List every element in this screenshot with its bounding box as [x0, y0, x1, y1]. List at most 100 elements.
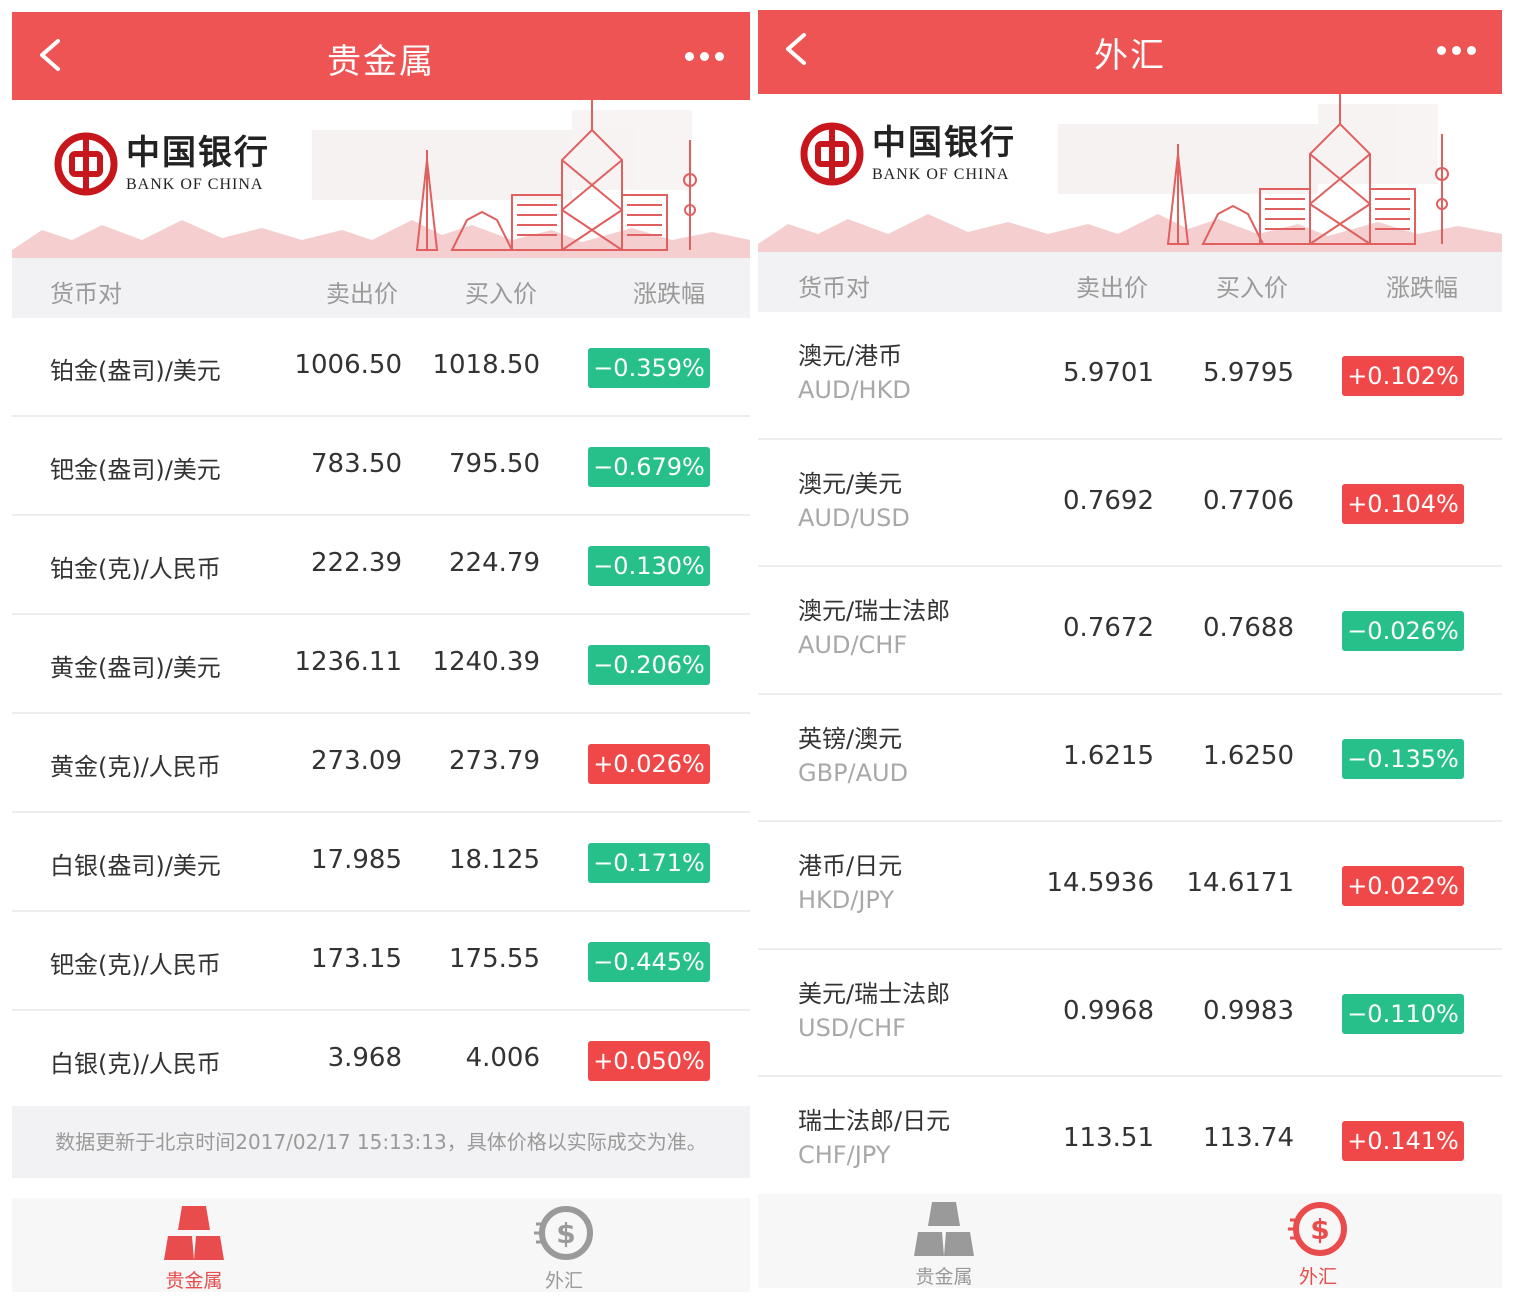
col-change: 涨跌幅: [633, 280, 705, 308]
boc-emblem-icon: [800, 122, 864, 186]
change-badge: −0.130%: [588, 546, 710, 586]
pair-name: 澳元/瑞士法郎: [798, 597, 951, 625]
table-row[interactable]: 澳元/港币 AUD/HKD 5.9701 5.9795 +0.102%: [758, 312, 1502, 440]
table-row[interactable]: 钯金(克)/人民币 173.15 175.55 −0.445%: [12, 912, 750, 1011]
col-pair: 货币对: [798, 274, 870, 302]
table-row[interactable]: 瑞士法郎/日元 CHF/JPY 113.51 113.74 +0.141%: [758, 1077, 1502, 1205]
sell-price: 273.09: [311, 746, 402, 776]
more-dots-icon[interactable]: [1437, 46, 1476, 55]
table-row[interactable]: 白银(盎司)/美元 17.985 18.125 −0.171%: [12, 813, 750, 912]
tab-metals-label: 贵金属: [165, 1270, 223, 1292]
table-row[interactable]: 英镑/澳元 GBP/AUD 1.6215 1.6250 −0.135%: [758, 694, 1502, 822]
table-row[interactable]: 铂金(克)/人民币 222.39 224.79 −0.130%: [12, 516, 750, 615]
buy-price: 0.7688: [1203, 613, 1294, 643]
pair-name: 黄金(克)/人民币: [50, 753, 221, 781]
sell-price: 1.6215: [1063, 740, 1154, 771]
change-badge: +0.104%: [1342, 483, 1464, 524]
col-buy: 买入价: [1216, 274, 1288, 302]
tab-forex[interactable]: $ 外汇: [504, 1204, 624, 1292]
table-row[interactable]: 黄金(盎司)/美元 1236.11 1240.39 −0.206%: [12, 615, 750, 714]
brand-name-cn: 中国银行: [872, 123, 1016, 163]
col-pair: 货币对: [50, 280, 122, 308]
sell-price: 0.9968: [1063, 995, 1154, 1026]
tab-bar: 贵金属 $ 外汇: [12, 1198, 750, 1292]
currency-exchange-icon: $: [534, 1206, 593, 1260]
pair-code: USD/CHF: [798, 1013, 906, 1042]
change-badge: +0.026%: [588, 744, 710, 784]
update-note: 数据更新于北京时间2017/02/17 15:13:13，具体价格以实际成交为准…: [12, 1106, 750, 1178]
bank-of-china-logo: 中国银行 BANK OF CHINA: [800, 122, 1016, 186]
pair-name: 铂金(盎司)/美元: [50, 357, 221, 385]
pair-name: 澳元/港币: [798, 342, 903, 370]
pair-name: 铂金(克)/人民币: [50, 555, 221, 583]
buy-price: 0.7706: [1203, 485, 1294, 516]
buy-price: 0.9983: [1203, 995, 1294, 1026]
more-dots-icon[interactable]: [685, 52, 724, 61]
col-sell: 卖出价: [326, 280, 398, 308]
pair-name: 白银(盎司)/美元: [50, 852, 221, 880]
sell-price: 0.7672: [1063, 613, 1154, 643]
tab-metals-label: 贵金属: [915, 1266, 973, 1288]
table-header: 货币对 卖出价 买入价 涨跌幅: [758, 252, 1502, 312]
change-badge: −0.110%: [1342, 993, 1464, 1034]
buy-price: 795.50: [449, 449, 540, 479]
change-badge: −0.206%: [588, 645, 710, 685]
col-buy: 买入价: [465, 280, 537, 308]
buy-price: 14.6171: [1186, 868, 1294, 898]
table-row[interactable]: 铂金(盎司)/美元 1006.50 1018.50 −0.359%: [12, 318, 750, 417]
pair-code: AUD/CHF: [798, 631, 908, 659]
sell-price: 0.7692: [1063, 485, 1154, 516]
boc-emblem-icon: [54, 132, 118, 196]
table-row[interactable]: 澳元/瑞士法郎 AUD/CHF 0.7672 0.7688 −0.026%: [758, 567, 1502, 695]
table-row[interactable]: 黄金(克)/人民币 273.09 273.79 +0.026%: [12, 714, 750, 813]
gold-bars-icon: [164, 1206, 224, 1260]
gold-bars-icon: [914, 1202, 974, 1256]
change-badge: −0.135%: [1342, 738, 1464, 779]
pair-code: CHF/JPY: [798, 1141, 891, 1169]
sell-price: 173.15: [311, 944, 402, 974]
buy-price: 18.125: [449, 845, 540, 875]
pair-name: 白银(克)/人民币: [50, 1050, 221, 1078]
buy-price: 224.79: [449, 548, 540, 578]
table-row[interactable]: 白银(克)/人民币 3.968 4.006 +0.050%: [12, 1011, 750, 1110]
table-row[interactable]: 钯金(盎司)/美元 783.50 795.50 −0.679%: [12, 417, 750, 516]
bank-banner: 中国银行 BANK OF CHINA: [758, 94, 1502, 252]
nav-header: 贵金属: [12, 12, 750, 100]
col-sell: 卖出价: [1076, 274, 1148, 302]
pair-code: GBP/AUD: [798, 758, 909, 787]
table-row[interactable]: 港币/日元 HKD/JPY 14.5936 14.6171 +0.022%: [758, 822, 1502, 950]
currency-exchange-icon: $: [1288, 1202, 1347, 1256]
buy-price: 113.74: [1203, 1123, 1294, 1153]
page-title: 外汇: [1094, 36, 1166, 76]
pair-name: 港币/日元: [798, 852, 903, 880]
forex-screen: 外汇 中国银行 BANK OF CHINA 货币对 卖出价 买入价 涨跌幅 澳元…: [758, 10, 1502, 1290]
change-badge: −0.679%: [588, 447, 710, 487]
pair-name: 澳元/美元: [798, 469, 903, 498]
sell-price: 5.9701: [1063, 358, 1154, 388]
tab-metals[interactable]: 贵金属: [884, 1200, 1004, 1289]
change-badge: +0.141%: [1342, 1121, 1464, 1161]
buy-price: 273.79: [449, 746, 540, 776]
buy-price: 1240.39: [432, 647, 540, 677]
precious-metals-screen: 贵金属 中国银行 BANK OF CHINA 货币对 卖出价 买入价 涨跌幅 铂…: [12, 12, 750, 1292]
table-row[interactable]: 美元/瑞士法郎 USD/CHF 0.9968 0.9983 −0.110%: [758, 949, 1502, 1077]
sell-price: 1006.50: [294, 350, 402, 380]
tab-forex[interactable]: $ 外汇: [1258, 1200, 1378, 1289]
buy-price: 1.6250: [1203, 740, 1294, 771]
pair-code: AUD/HKD: [798, 376, 911, 404]
table-row[interactable]: 澳元/美元 AUD/USD 0.7692 0.7706 +0.104%: [758, 439, 1502, 567]
page-title: 贵金属: [327, 42, 435, 82]
pair-name: 瑞士法郎/日元: [798, 1107, 951, 1135]
bank-banner: 中国银行 BANK OF CHINA: [12, 100, 750, 258]
tab-bar: 贵金属 $ 外汇: [758, 1194, 1502, 1288]
sell-price: 3.968: [327, 1043, 402, 1073]
bank-of-china-logo: 中国银行 BANK OF CHINA: [54, 132, 270, 196]
pair-name: 英镑/澳元: [798, 724, 903, 753]
change-badge: −0.445%: [588, 942, 710, 982]
tab-forex-label: 外汇: [1298, 1266, 1337, 1288]
buy-price: 175.55: [449, 944, 540, 974]
tab-metals[interactable]: 贵金属: [134, 1204, 254, 1292]
svg-text:$: $: [1310, 1213, 1329, 1246]
sell-price: 783.50: [311, 449, 402, 479]
change-badge: −0.171%: [588, 843, 710, 883]
